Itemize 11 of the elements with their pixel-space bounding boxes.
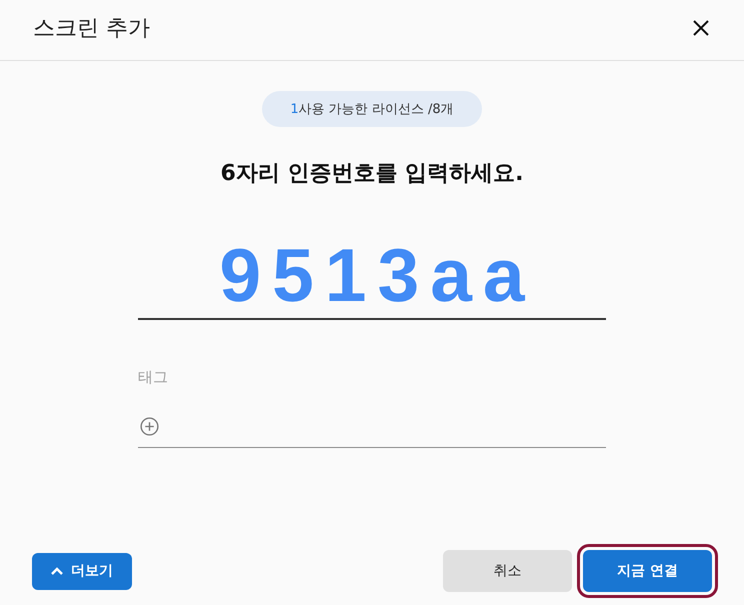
cancel-button[interactable]: 취소 bbox=[443, 550, 572, 592]
connect-button[interactable]: 지금 연결 bbox=[583, 550, 712, 592]
add-circle-icon[interactable] bbox=[140, 416, 159, 436]
more-button[interactable]: 더보기 bbox=[32, 552, 132, 590]
chevron-up-icon bbox=[51, 567, 63, 575]
tag-field-label: 태그 bbox=[138, 367, 169, 387]
dialog-title: 스크린 추가 bbox=[33, 15, 150, 43]
code-input-field[interactable]: 9513aa bbox=[138, 232, 606, 320]
instruction-heading: 6자리 인증번호를 입력하세요. bbox=[220, 160, 524, 188]
license-count-badge: 1사용 가능한 라이선스 /8개 bbox=[262, 91, 482, 127]
close-icon bbox=[693, 20, 709, 36]
